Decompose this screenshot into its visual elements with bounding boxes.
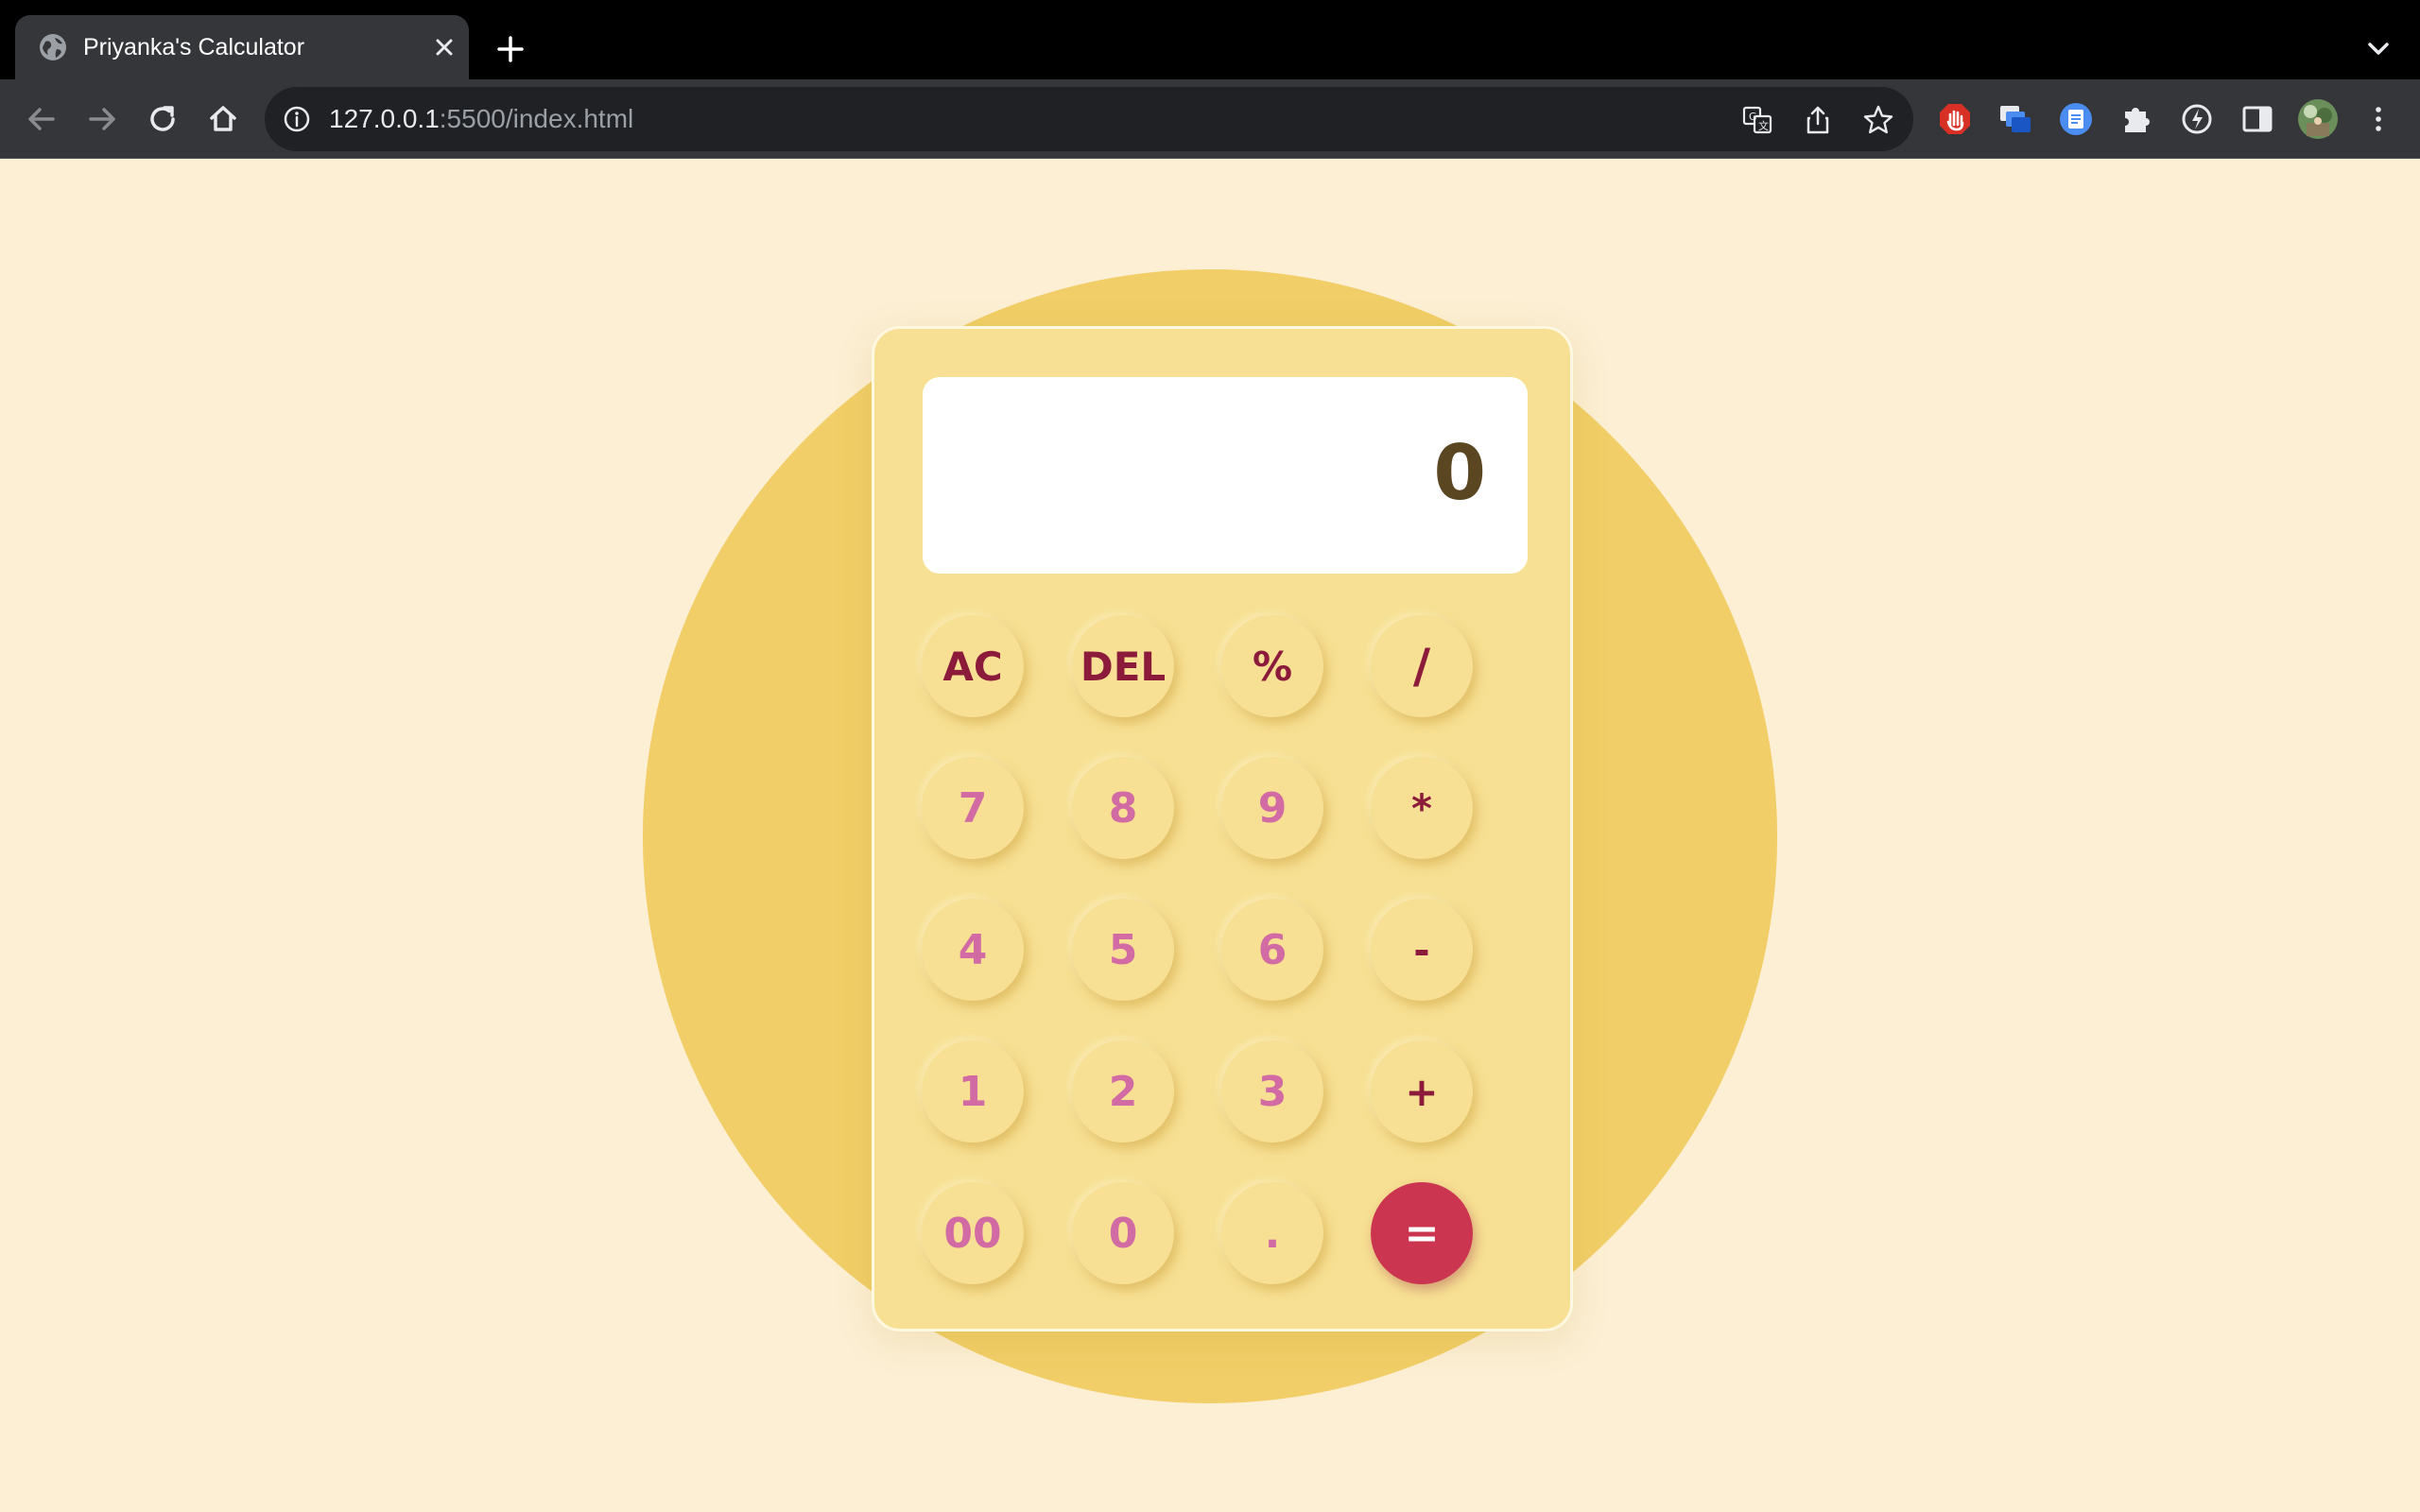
eight-button[interactable]: 8: [1072, 757, 1174, 859]
avatar-icon[interactable]: [2297, 98, 2339, 140]
two-label: 2: [1108, 1067, 1138, 1116]
tab-strip: Priyanka's Calculator: [0, 0, 2420, 79]
del-label: DEL: [1080, 643, 1167, 690]
url-host: 127.0.0.1: [329, 104, 440, 133]
tab-manager-icon[interactable]: [1996, 100, 2034, 138]
three-label: 3: [1257, 1067, 1288, 1116]
nine-label: 9: [1257, 783, 1288, 833]
nine-button[interactable]: 9: [1221, 757, 1323, 859]
zero-label: 0: [1108, 1209, 1138, 1258]
browser-tab[interactable]: Priyanka's Calculator: [15, 15, 469, 79]
share-icon[interactable]: [1802, 104, 1834, 136]
page-content: 0 AC DEL % / 7 8 9 * 4 5 6 - 1 2 3 + 00 …: [0, 160, 2420, 1512]
home-icon[interactable]: [204, 100, 242, 138]
chevron-down-icon[interactable]: [2360, 30, 2397, 68]
multiply-button[interactable]: *: [1371, 757, 1473, 859]
double-zero-button[interactable]: 00: [922, 1182, 1024, 1284]
decimal-button[interactable]: .: [1221, 1182, 1323, 1284]
one-label: 1: [958, 1067, 988, 1116]
plus-button[interactable]: +: [1371, 1040, 1473, 1143]
percent-button[interactable]: %: [1221, 615, 1323, 717]
address-bar[interactable]: 127.0.0.1:5500/index.html G 文: [265, 87, 1913, 151]
star-icon[interactable]: [1862, 104, 1894, 136]
equals-button[interactable]: =: [1371, 1182, 1473, 1284]
six-button[interactable]: 6: [1221, 899, 1323, 1001]
back-arrow-icon[interactable]: [23, 100, 60, 138]
seven-button[interactable]: 7: [922, 757, 1024, 859]
puzzle-icon[interactable]: [2118, 100, 2155, 138]
forward-arrow-icon[interactable]: [83, 100, 121, 138]
decimal-label: .: [1264, 1209, 1281, 1258]
ac-button[interactable]: AC: [922, 615, 1024, 717]
del-button[interactable]: DEL: [1072, 615, 1174, 717]
one-button[interactable]: 1: [922, 1040, 1024, 1143]
translate-icon[interactable]: G 文: [1741, 104, 1773, 136]
display-value: 0: [1433, 429, 1486, 517]
five-button[interactable]: 5: [1072, 899, 1174, 1001]
speed-icon[interactable]: [2178, 100, 2216, 138]
calculator-display: 0: [923, 377, 1528, 574]
seven-label: 7: [958, 783, 988, 833]
zero-button[interactable]: 0: [1072, 1182, 1174, 1284]
ac-label: AC: [942, 643, 1003, 690]
two-button[interactable]: 2: [1072, 1040, 1174, 1143]
globe-icon: [40, 34, 66, 60]
browser-toolbar: 127.0.0.1:5500/index.html G 文: [0, 79, 2420, 159]
docs-icon[interactable]: [2057, 100, 2095, 138]
tab-title: Priyanka's Calculator: [83, 34, 305, 60]
multiply-label: *: [1411, 784, 1432, 832]
minus-label: -: [1413, 926, 1430, 973]
more-vert-icon[interactable]: [2360, 100, 2397, 138]
six-label: 6: [1257, 925, 1288, 974]
divide-label: /: [1412, 639, 1431, 694]
double-zero-label: 00: [943, 1209, 1002, 1258]
plus-icon[interactable]: [492, 30, 529, 68]
divide-button[interactable]: /: [1371, 615, 1473, 717]
side-panel-icon[interactable]: [2238, 100, 2276, 138]
svg-text:G: G: [1749, 111, 1757, 123]
plus-label: +: [1405, 1068, 1439, 1115]
info-icon[interactable]: [282, 104, 312, 134]
url-text[interactable]: 127.0.0.1:5500/index.html: [329, 102, 633, 136]
five-label: 5: [1108, 925, 1138, 974]
svg-text:文: 文: [1758, 119, 1769, 132]
url-path: :5500/index.html: [439, 104, 634, 133]
reload-icon[interactable]: [144, 100, 182, 138]
adblock-icon[interactable]: [1936, 100, 1974, 138]
calculator: 0 AC DEL % / 7 8 9 * 4 5 6 - 1 2 3 + 00 …: [872, 326, 1573, 1332]
eight-label: 8: [1108, 783, 1138, 833]
three-button[interactable]: 3: [1221, 1040, 1323, 1143]
minus-button[interactable]: -: [1371, 899, 1473, 1001]
percent-label: %: [1252, 643, 1293, 690]
four-button[interactable]: 4: [922, 899, 1024, 1001]
close-icon[interactable]: [431, 34, 458, 60]
four-label: 4: [958, 925, 988, 974]
equals-label: =: [1404, 1209, 1440, 1258]
